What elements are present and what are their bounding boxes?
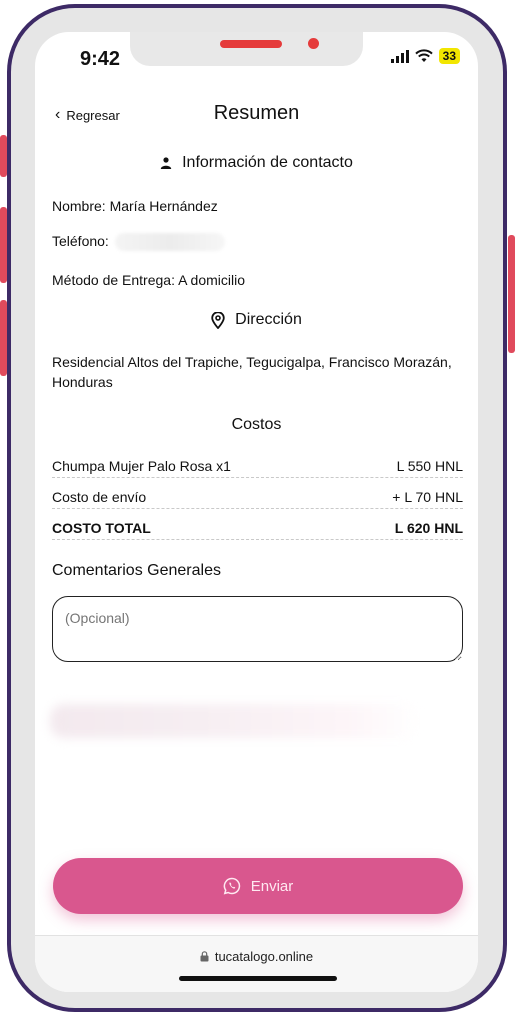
contact-heading-label: Información de contacto <box>182 154 353 171</box>
dynamic-island <box>130 32 363 66</box>
phone-power-button <box>508 235 515 353</box>
browser-bottom-bar: tucatalogo.online <box>35 935 478 992</box>
cost-row-item: Chumpa Mujer Palo Rosa x1 L 550 HNL <box>52 455 463 478</box>
status-bar: 9:42 33 <box>35 32 478 90</box>
redacted-text <box>50 704 420 738</box>
nav-bar: ‹ Regresar Resumen <box>35 102 478 142</box>
shipping-value: + L 70 HNL <box>392 489 463 505</box>
shipping-label: Costo de envío <box>52 489 147 505</box>
phone-volume-down-button <box>0 300 7 376</box>
location-pin-icon <box>211 311 225 329</box>
whatsapp-icon <box>223 877 240 895</box>
contact-heading: Información de contacto <box>35 154 478 172</box>
wifi-icon <box>414 49 433 62</box>
address-heading-label: Dirección <box>235 311 302 328</box>
comments-label: Comentarios Generales <box>52 562 221 579</box>
cost-item-label: Chumpa Mujer Palo Rosa x1 <box>52 458 231 474</box>
delivery-method: Método de Entrega: A domicilio <box>52 272 246 288</box>
cost-row-total: COSTO TOTAL L 620 HNL <box>52 517 463 540</box>
url-text: tucatalogo.online <box>214 949 314 964</box>
total-value: L 620 HNL <box>394 520 463 536</box>
contact-phone: Teléfono: <box>52 233 225 252</box>
address-text: Residencial Altos del Trapiche, Teguciga… <box>52 354 452 390</box>
page-title: Resumen <box>213 102 300 124</box>
send-button-label: Enviar <box>250 877 294 895</box>
costs-heading: Costos <box>231 416 282 433</box>
send-button[interactable]: Enviar <box>53 858 463 914</box>
redacted-phone <box>114 233 225 252</box>
battery-indicator: 33 <box>438 48 460 64</box>
phone-volume-up-button <box>0 207 7 283</box>
home-indicator <box>179 976 337 981</box>
total-label: COSTO TOTAL <box>52 520 151 536</box>
url-bar[interactable]: tucatalogo.online <box>35 949 478 964</box>
comments-input[interactable] <box>52 596 463 662</box>
signal-icon <box>390 49 409 63</box>
person-icon <box>160 157 172 169</box>
notch-indicator-dot <box>308 38 319 49</box>
cost-item-value: L 550 HNL <box>396 458 463 474</box>
address-heading: Dirección <box>35 311 478 329</box>
phone-screen: 9:42 33 ‹ Regresar Resumen Información d… <box>35 32 478 992</box>
contact-phone-label: Teléfono: <box>52 233 109 249</box>
notch-indicator-bar <box>220 40 282 48</box>
cost-row-shipping: Costo de envío + L 70 HNL <box>52 486 463 509</box>
phone-action-button <box>0 135 7 177</box>
contact-name: Nombre: María Hernández <box>52 198 218 214</box>
status-icons: 33 <box>390 48 460 64</box>
lock-icon <box>200 951 209 962</box>
status-time: 9:42 <box>80 48 121 70</box>
